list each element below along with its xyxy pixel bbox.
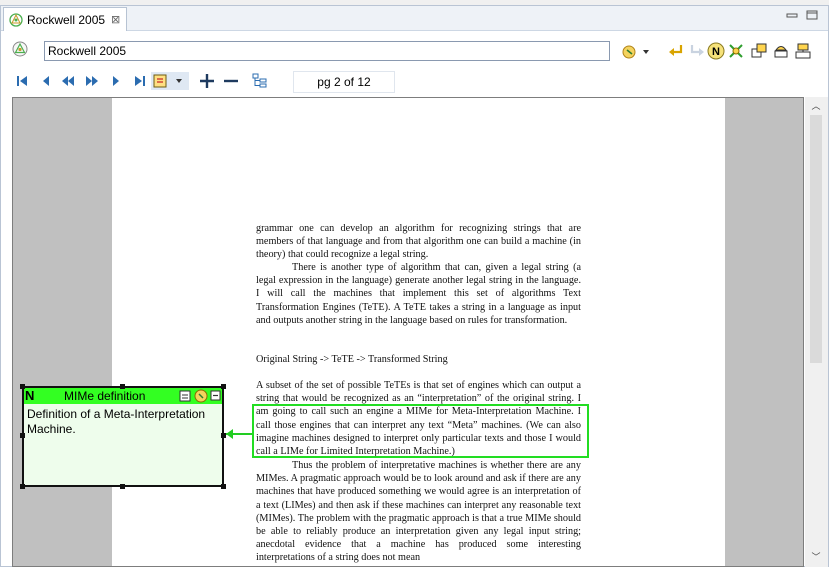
export-button[interactable]: [794, 42, 812, 60]
fast-forward-button[interactable]: [83, 72, 101, 90]
page-navigation-toolbar: pg 2 of 12: [1, 65, 828, 96]
undo-arrow-icon: [669, 45, 683, 56]
zoom-in-button[interactable]: [198, 72, 216, 90]
note-minimize-icon[interactable]: [210, 390, 221, 401]
layout-button[interactable]: [750, 42, 768, 60]
paragraph-original-string: Original String -> TeTE -> Transformed S…: [256, 354, 448, 365]
resize-handle-e[interactable]: [221, 433, 226, 438]
bookmark-icon: [153, 74, 182, 88]
minimize-icon[interactable]: [786, 10, 798, 20]
resize-handle-n[interactable]: [120, 384, 125, 389]
new-note-button[interactable]: N: [707, 42, 725, 60]
next-icon: [113, 76, 119, 86]
scroll-down-icon[interactable]: ﹀: [811, 552, 821, 562]
note-header[interactable]: N MIMe definition: [24, 388, 222, 404]
tab-bar: Rockwell 2005 ⊠: [1, 6, 828, 31]
previous-icon: [43, 76, 49, 86]
annotation-arrow-icon: [226, 429, 233, 439]
resize-handle-ne[interactable]: [221, 384, 226, 389]
layout-icon: [751, 43, 767, 58]
note-type-badge: N: [25, 388, 35, 403]
scroll-up-icon[interactable]: ︿: [811, 101, 821, 111]
tab-rockwell-2005[interactable]: Rockwell 2005 ⊠: [3, 7, 127, 31]
collapse-button[interactable]: [772, 42, 790, 60]
document-title-input[interactable]: [44, 41, 610, 61]
resize-handle-se[interactable]: [221, 484, 226, 489]
tab-label: Rockwell 2005: [27, 12, 106, 27]
note-title: MIMe definition: [64, 389, 146, 403]
address-toolbar: N: [1, 32, 828, 64]
paragraph-grammar: grammar one can develop an algorithm for…: [256, 223, 581, 261]
rewind-icon: [62, 76, 74, 86]
annotate-dropdown-button[interactable]: [621, 42, 651, 60]
scrollbar-thumb[interactable]: [810, 115, 822, 363]
first-page-icon: [17, 76, 27, 86]
document-viewer[interactable]: grammar one can develop an algorithm for…: [12, 97, 804, 567]
note-n-icon: N: [707, 42, 725, 60]
unlink-button[interactable]: [727, 42, 745, 60]
redo-arrow-icon: [690, 45, 704, 56]
resize-handle-w[interactable]: [20, 433, 25, 438]
annotate-icon: [622, 45, 649, 59]
tree-outline-icon: [252, 73, 267, 88]
minus-icon: [224, 79, 238, 83]
rewind-button[interactable]: [59, 72, 77, 90]
text-highlight-box[interactable]: [252, 404, 589, 458]
resize-handle-nw[interactable]: [20, 384, 25, 389]
tab-close-icon[interactable]: ⊠: [111, 13, 120, 26]
note-body[interactable]: Definition of a Meta-Interpretation Mach…: [27, 407, 219, 437]
zoom-out-button[interactable]: [222, 72, 240, 90]
resize-handle-sw[interactable]: [20, 484, 25, 489]
previous-page-button[interactable]: [37, 72, 55, 90]
last-page-icon: [135, 76, 145, 86]
maximize-icon[interactable]: [806, 10, 818, 20]
paragraph-tete: There is another type of algorithm that …: [256, 262, 581, 326]
collapse-icon: [774, 46, 788, 58]
outline-button[interactable]: [251, 72, 269, 90]
note-link-icon[interactable]: [194, 389, 208, 403]
fast-forward-icon: [86, 76, 98, 86]
paragraph-interpretative-machines: Thus the problem of interpretative machi…: [256, 460, 581, 564]
note-edit-icon[interactable]: [179, 390, 191, 402]
pdf-page: grammar one can develop an algorithm for…: [112, 98, 725, 566]
first-page-button[interactable]: [13, 72, 31, 90]
app-logo-icon: [9, 12, 23, 27]
last-page-button[interactable]: [131, 72, 149, 90]
bookmark-dropdown-button[interactable]: [151, 72, 189, 90]
unlink-icon: [729, 44, 743, 58]
document-logo-icon: [12, 41, 28, 57]
page-indicator[interactable]: pg 2 of 12: [293, 71, 395, 93]
forward-link-button[interactable]: [688, 42, 706, 60]
annotation-note[interactable]: N MIMe definition Definition of a Meta-I…: [22, 386, 224, 487]
vertical-scrollbar[interactable]: ︿ ﹀: [805, 97, 828, 567]
plus-icon: [200, 74, 214, 88]
back-link-button[interactable]: [667, 42, 685, 60]
resize-handle-s[interactable]: [120, 484, 125, 489]
svg-text:N: N: [712, 46, 720, 58]
export-icon: [795, 43, 811, 59]
next-page-button[interactable]: [107, 72, 125, 90]
